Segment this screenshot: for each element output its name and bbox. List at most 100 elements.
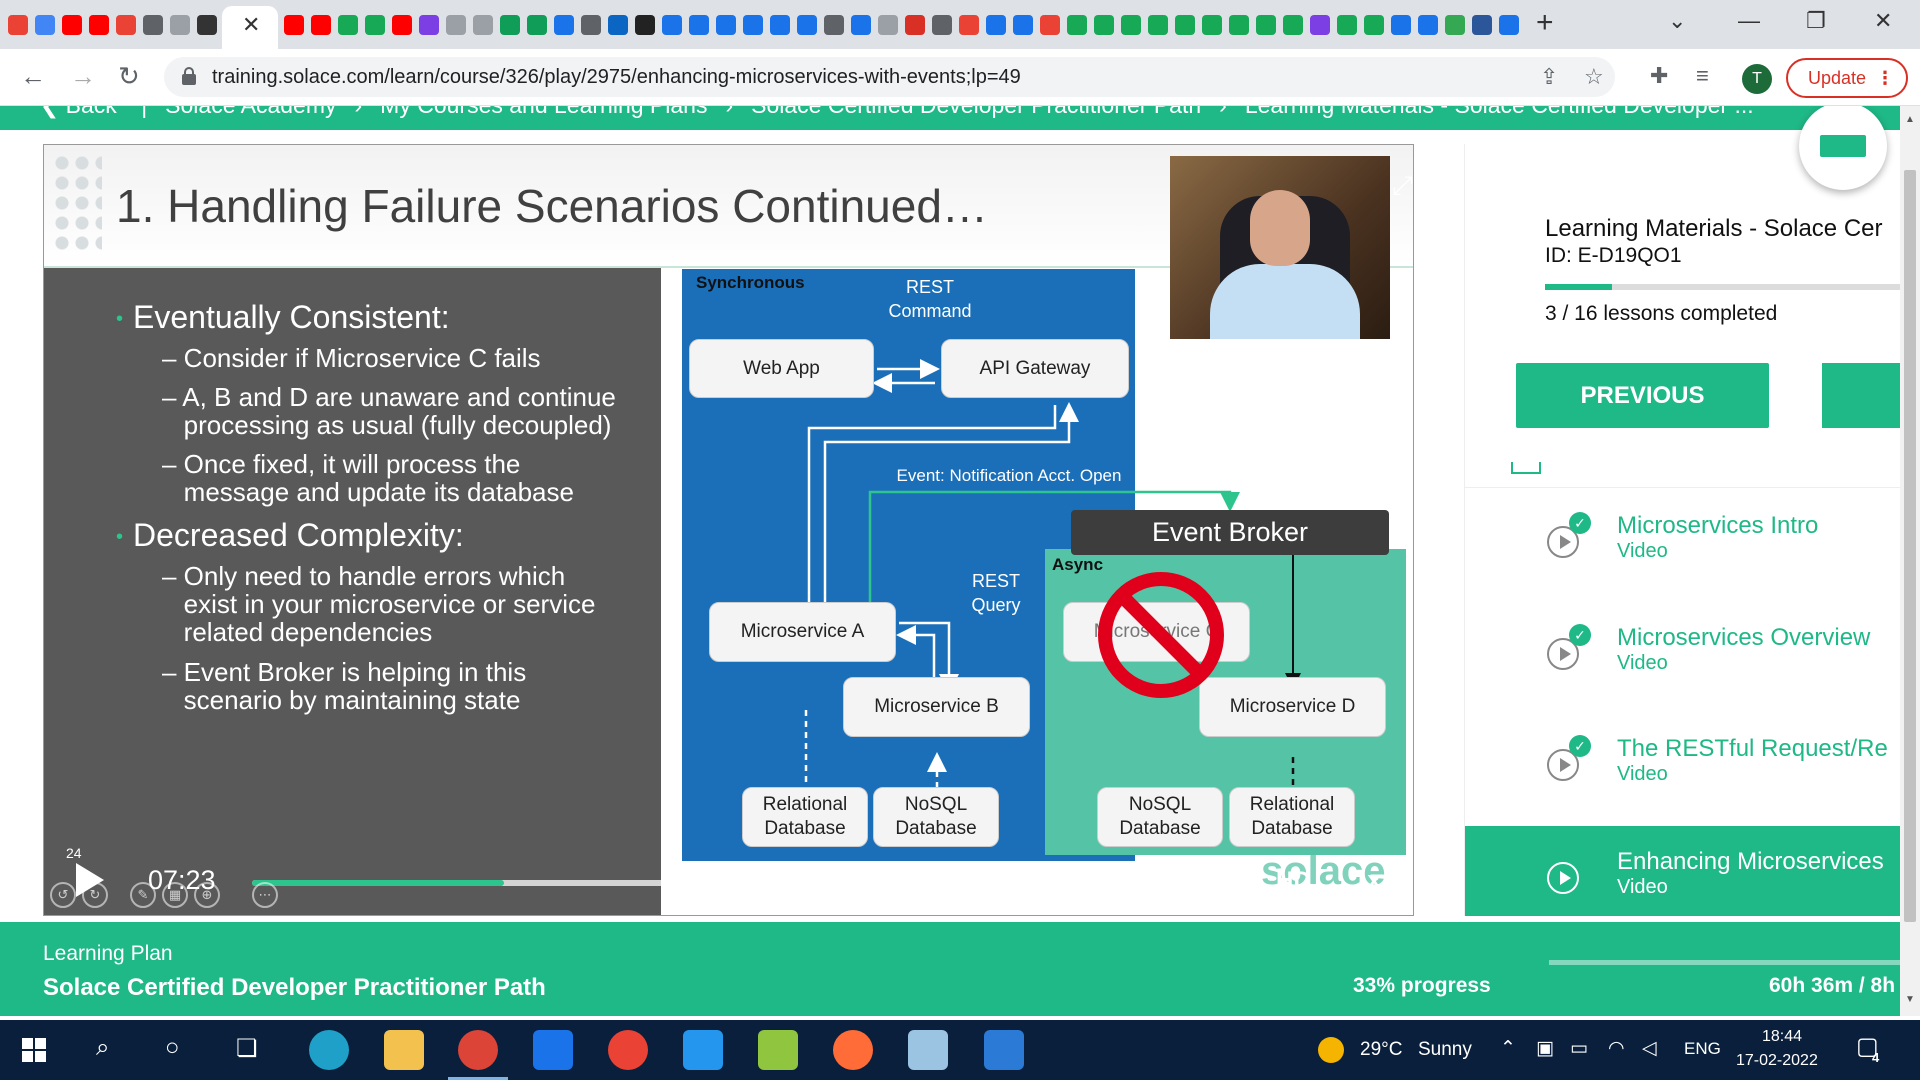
temperature[interactable]: 29°C — [1360, 1039, 1402, 1061]
tab-favicon-icon[interactable] — [8, 15, 28, 35]
taskbar-docker-icon[interactable] — [683, 1030, 723, 1070]
tab-favicon-icon[interactable] — [1175, 15, 1195, 35]
tab-favicon-icon[interactable] — [959, 15, 979, 35]
menu-dots-icon[interactable]: ⋮ — [1876, 60, 1894, 96]
tab-favicon-icon[interactable] — [1391, 15, 1411, 35]
tab-favicon-icon[interactable] — [1418, 15, 1438, 35]
previous-button[interactable]: PREVIOUS — [1516, 363, 1769, 428]
back-link[interactable]: ❮ Back — [40, 106, 117, 118]
scroll-down-icon[interactable]: ▼ — [1905, 994, 1915, 1005]
active-tab[interactable]: ✕ — [222, 6, 278, 49]
draw-icon[interactable]: ✎ — [130, 882, 156, 908]
profile-avatar[interactable]: T — [1742, 64, 1772, 94]
tab-favicon-icon[interactable] — [1337, 15, 1357, 35]
tab-favicon-icon[interactable] — [116, 15, 136, 35]
language-indicator[interactable]: ENG — [1684, 1039, 1721, 1059]
tray-expand-icon[interactable]: ⌃ — [1500, 1037, 1516, 1060]
reload-icon[interactable]: ↻ — [118, 62, 140, 90]
tab-favicon-icon[interactable] — [35, 15, 55, 35]
lock-icon[interactable] — [182, 67, 196, 85]
forward-icon[interactable]: → — [70, 62, 96, 90]
tab-favicon-icon[interactable] — [1499, 15, 1519, 35]
tab-favicon-icon[interactable] — [851, 15, 871, 35]
tab-favicon-icon[interactable] — [716, 15, 736, 35]
tab-favicon-icon[interactable] — [170, 15, 190, 35]
cortana-icon[interactable]: ○ — [165, 1034, 180, 1062]
extensions-icon[interactable]: ✚ — [1650, 62, 1668, 90]
more-icon[interactable]: ⋯ — [252, 882, 278, 908]
taskbar-chrome-profile-icon[interactable] — [608, 1030, 648, 1070]
slides-icon[interactable]: ▦ — [162, 882, 188, 908]
tab-favicon-icon[interactable] — [527, 15, 547, 35]
taskbar-chrome-icon[interactable] — [448, 1030, 508, 1080]
tab-favicon-icon[interactable] — [743, 15, 763, 35]
wifi-icon[interactable]: ◠ — [1608, 1037, 1625, 1060]
tab-favicon-icon[interactable] — [878, 15, 898, 35]
tab-favicon-icon[interactable] — [1283, 15, 1303, 35]
tab-favicon-icon[interactable] — [446, 15, 466, 35]
close-window-button[interactable]: ✕ — [1874, 8, 1892, 34]
minimize-button[interactable]: — — [1738, 8, 1760, 34]
tab-favicon-icon[interactable] — [1094, 15, 1114, 35]
tab-favicon-icon[interactable] — [1067, 15, 1087, 35]
tab-favicon-icon[interactable] — [797, 15, 817, 35]
taskbar-file-explorer-icon[interactable] — [384, 1030, 424, 1070]
tab-favicon-icon[interactable] — [1310, 15, 1330, 35]
tab-favicon-icon[interactable] — [689, 15, 709, 35]
clock-date[interactable]: 17-02-2022 — [1736, 1052, 1818, 1070]
tab-favicon-icon[interactable] — [635, 15, 655, 35]
tab-favicon-icon[interactable] — [473, 15, 493, 35]
tab-favicon-icon[interactable] — [197, 15, 217, 35]
scroll-thumb[interactable] — [1904, 170, 1916, 922]
tab-favicon-icon[interactable] — [662, 15, 682, 35]
tab-favicon-icon[interactable] — [311, 15, 331, 35]
back-icon[interactable]: ← — [20, 62, 46, 90]
clock-time[interactable]: 18:44 — [1762, 1028, 1802, 1046]
tab-favicon-icon[interactable] — [554, 15, 574, 35]
search-icon[interactable]: ⌕ — [96, 1034, 109, 1062]
meet-icon[interactable]: ▣ — [1536, 1037, 1554, 1060]
plan-name[interactable]: Solace Certified Developer Practitioner … — [43, 974, 546, 1002]
tab-favicon-icon[interactable] — [1121, 15, 1141, 35]
weather-text[interactable]: Sunny — [1418, 1039, 1472, 1061]
taskbar-edge-icon[interactable] — [309, 1030, 349, 1070]
volume-slider[interactable] — [1148, 875, 1244, 889]
video-player[interactable]: 1. Handling Failure Scenarios Continued…… — [43, 144, 1414, 916]
tab-favicon-icon[interactable] — [143, 15, 163, 35]
speaker-icon[interactable]: ◁ — [1642, 1037, 1657, 1060]
update-button[interactable]: Update ⋮ — [1786, 58, 1908, 98]
rewind-icon[interactable]: ↺ — [50, 882, 76, 908]
tab-favicon-icon[interactable] — [1229, 15, 1249, 35]
next-button[interactable] — [1822, 363, 1900, 428]
breadcrumb-item[interactable]: My Courses and Learning Plans — [380, 106, 707, 118]
tab-favicon-icon[interactable] — [581, 15, 601, 35]
expand-icon[interactable]: ⤢ — [1392, 171, 1413, 199]
tab-favicon-icon[interactable] — [500, 15, 520, 35]
taskbar-notepad-icon[interactable] — [908, 1030, 948, 1070]
tab-favicon-icon[interactable] — [986, 15, 1006, 35]
taskbar-vscode-like-icon[interactable] — [984, 1030, 1024, 1070]
bookmark-star-icon[interactable]: ☆ — [1584, 65, 1604, 89]
zoom-icon[interactable]: ⊕ — [194, 882, 220, 908]
tab-favicon-icon[interactable] — [608, 15, 628, 35]
tab-favicon-icon[interactable] — [1472, 15, 1492, 35]
weather-icon[interactable] — [1318, 1037, 1344, 1063]
quality-button[interactable]: HD — [1276, 867, 1311, 895]
taskbar-postman-icon[interactable] — [833, 1030, 873, 1070]
share-icon[interactable]: ⇪ — [1540, 65, 1558, 89]
tab-favicon-icon[interactable] — [1445, 15, 1465, 35]
tab-favicon-icon[interactable] — [932, 15, 952, 35]
tab-favicon-icon[interactable] — [1364, 15, 1384, 35]
speed-button[interactable]: 1x — [1354, 867, 1381, 895]
tab-search-icon[interactable]: ⌄ — [1668, 8, 1686, 34]
restore-button[interactable]: ❐ — [1806, 8, 1826, 34]
windows-start-icon[interactable] — [22, 1038, 46, 1062]
tab-favicon-icon[interactable] — [419, 15, 439, 35]
taskbar-notepad-plus-icon[interactable] — [758, 1030, 798, 1070]
chat-fab[interactable] — [1799, 106, 1887, 190]
tab-favicon-icon[interactable] — [1013, 15, 1033, 35]
tab-favicon-icon[interactable] — [1148, 15, 1168, 35]
taskbar-mail-icon[interactable] — [533, 1030, 573, 1070]
scroll-up-icon[interactable]: ▲ — [1905, 114, 1915, 125]
tab-favicon-icon[interactable] — [62, 15, 82, 35]
